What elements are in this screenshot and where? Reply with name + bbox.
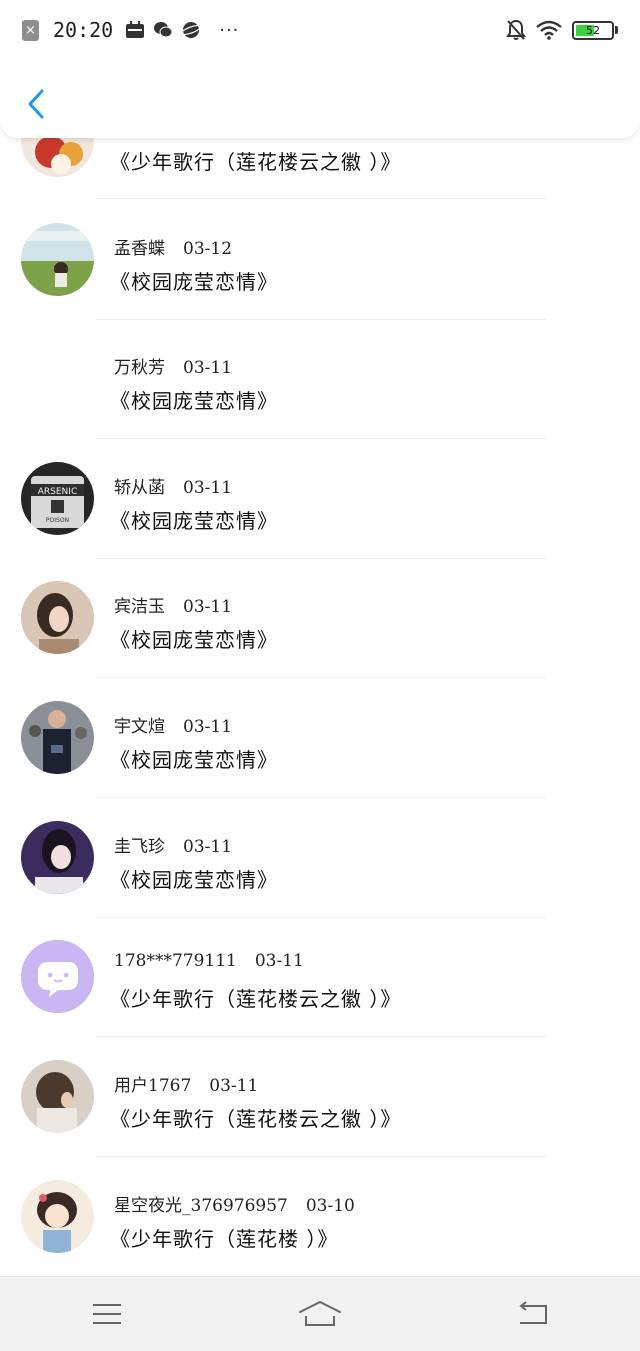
list-item[interactable]: 星空夜光_376976957 03-10 《少年歌行（莲花楼 ）》 <box>0 1159 640 1279</box>
divider <box>96 198 546 199</box>
comment-date: 03-11 <box>183 358 233 378</box>
user-name[interactable]: 宾洁玉 <box>114 597 165 617</box>
menu-button[interactable] <box>77 1289 137 1339</box>
comment-date: 03-10 <box>305 1196 355 1216</box>
list-item[interactable]: 孟香蝶 03-12 《校园庞莹恋情》 <box>0 202 640 322</box>
work-title[interactable]: 《少年歌行（莲花楼云之徽 ）》 <box>110 983 401 1012</box>
list-item[interactable]: 178***779111 03-11 《少年歌行（莲花楼云之徽 ）》 <box>0 919 640 1039</box>
back-icon <box>519 1301 548 1324</box>
chat-bubble-icon <box>21 940 94 1013</box>
comment-date: 03-11 <box>209 1076 259 1096</box>
user-name[interactable]: 宇文煊 <box>114 717 165 737</box>
list-item[interactable]: 宾洁玉 03-11 《校园庞莹恋情》 <box>0 560 640 680</box>
close-box-icon: × <box>22 19 39 41</box>
user-name[interactable]: 孟香蝶 <box>114 239 165 259</box>
work-title[interactable]: 《校园庞莹恋情》 <box>110 744 278 773</box>
user-name[interactable]: 圭飞珍 <box>114 837 165 857</box>
list-item[interactable]: 用户1767 03-11 《少年歌行（莲花楼云之徽 ）》 <box>0 1039 640 1159</box>
back-button[interactable] <box>18 84 54 124</box>
comment-date: 03-11 <box>183 597 233 617</box>
work-title[interactable]: 《少年歌行（莲花楼云之徽 ）》 <box>110 1103 401 1132</box>
avatar[interactable] <box>21 1060 94 1133</box>
svg-text:ARSENIC: ARSENIC <box>38 487 77 497</box>
work-title[interactable]: 《校园庞莹恋情》 <box>110 864 278 893</box>
status-bar: × 20:20 ··· 52 <box>0 0 640 60</box>
comment-date: 03-12 <box>183 239 233 259</box>
divider <box>96 319 546 320</box>
comment-date: 03-11 <box>183 478 233 498</box>
avatar[interactable] <box>21 223 94 296</box>
work-title[interactable]: 《校园庞莹恋情》 <box>110 624 278 653</box>
avatar[interactable] <box>21 581 94 654</box>
comment-date: 03-11 <box>254 951 304 971</box>
user-name[interactable]: 万秋芳 <box>114 358 165 378</box>
work-title[interactable]: 《校园庞莹恋情》 <box>110 505 278 534</box>
comment-date: 03-11 <box>183 717 233 737</box>
bell-off-icon <box>506 19 526 40</box>
back-nav-button[interactable] <box>503 1289 563 1339</box>
user-name[interactable]: 轿从菡 <box>114 478 165 498</box>
list-item[interactable]: 宇文煊 03-11 《校园庞莹恋情》 <box>0 680 640 800</box>
battery-level: 52 <box>586 23 600 37</box>
more-dots: ··· <box>219 19 240 41</box>
divider <box>96 917 546 918</box>
list-item[interactable]: 圭飞珍 03-11 《校园庞莹恋情》 <box>0 800 640 920</box>
wechat-icon <box>154 22 173 38</box>
planet-icon <box>181 22 202 38</box>
home-button[interactable] <box>290 1289 350 1339</box>
divider <box>96 797 546 798</box>
divider <box>96 1036 546 1037</box>
avatar[interactable] <box>21 1180 94 1253</box>
clock: 20:20 <box>53 18 114 42</box>
user-name[interactable]: 星空夜光_376976957 <box>114 1196 288 1216</box>
divider <box>96 438 546 439</box>
list-item[interactable]: ARSENIC POISON 轿从菡 03-11 《校园庞莹恋情》 <box>0 441 640 561</box>
battery-icon: 52 <box>572 20 618 40</box>
wifi-icon <box>536 20 562 40</box>
home-icon <box>298 1300 341 1326</box>
avatar[interactable]: ARSENIC POISON <box>21 462 94 535</box>
svg-text:POISON: POISON <box>46 517 69 524</box>
user-name[interactable]: 178***779111 <box>114 951 237 971</box>
chevron-left-icon <box>28 89 44 119</box>
work-title[interactable]: 《校园庞莹恋情》 <box>110 266 278 295</box>
navigation-bar <box>0 1276 640 1351</box>
comment-date: 03-11 <box>183 837 233 857</box>
divider <box>96 677 546 678</box>
divider <box>96 558 546 559</box>
menu-icon <box>92 1304 121 1324</box>
list-item[interactable]: 万秋芳 03-11 《校园庞莹恋情》 <box>0 321 640 441</box>
divider <box>96 1156 546 1157</box>
work-title[interactable]: 《校园庞莹恋情》 <box>110 385 278 414</box>
avatar[interactable] <box>21 940 94 1013</box>
work-title[interactable]: 《少年歌行（莲花楼 ）》 <box>110 1223 338 1252</box>
avatar[interactable] <box>21 701 94 774</box>
user-name[interactable]: 用户1767 <box>114 1076 191 1096</box>
avatar[interactable] <box>21 821 94 894</box>
work-title: 《少年歌行（莲花楼云之徽 ）》 <box>110 150 402 174</box>
calendar-icon <box>126 21 145 38</box>
